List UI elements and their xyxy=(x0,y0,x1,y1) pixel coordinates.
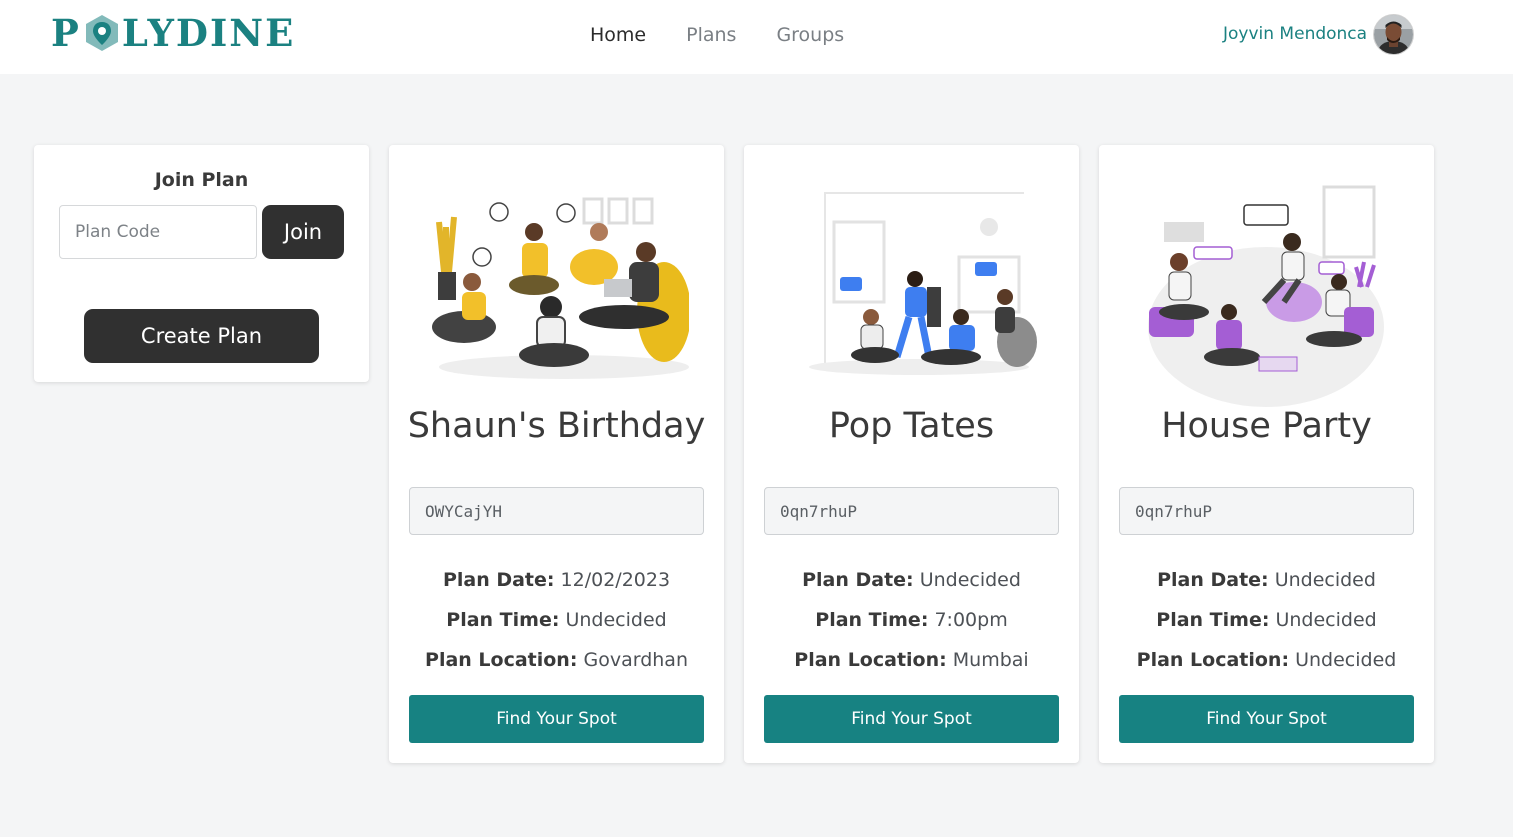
find-your-spot-button[interactable]: Find Your Spot xyxy=(764,695,1059,743)
plan-location-row: Plan Location: Undecided xyxy=(1099,647,1434,673)
plan-title: Pop Tates xyxy=(828,406,995,446)
plan-time-row: Plan Time: Undecided xyxy=(389,607,724,633)
find-your-spot-button[interactable]: Find Your Spot xyxy=(409,695,704,743)
plan-date-label: Plan Date: xyxy=(442,569,555,591)
nav-home[interactable]: Home xyxy=(590,22,646,48)
plan-date-row: Plan Date: Undecided xyxy=(1099,567,1434,593)
plan-code-input[interactable] xyxy=(59,205,257,259)
plan-time-label: Plan Time: xyxy=(446,609,560,631)
plan-location-value: Mumbai xyxy=(952,649,1029,671)
friends-hangout-illustration xyxy=(809,192,1037,375)
plan-card: House Party Plan Date: Undecided Plan Ti… xyxy=(1099,145,1434,763)
plan-time-value: 7:00pm xyxy=(934,609,1008,631)
plan-code-field[interactable] xyxy=(764,487,1059,535)
logo-text-left: P xyxy=(51,11,81,55)
plan-time-row: Plan Time: 7:00pm xyxy=(744,607,1079,633)
plan-time-label: Plan Time: xyxy=(1156,609,1270,631)
create-plan-button[interactable]: Create Plan xyxy=(84,309,319,363)
polydine-logo[interactable]: P LYDINE xyxy=(51,11,295,55)
find-your-spot-button[interactable]: Find Your Spot xyxy=(1119,695,1414,743)
join-plan-title: Join Plan xyxy=(154,169,249,191)
plan-location-value: Undecided xyxy=(1295,649,1397,671)
plan-location-label: Plan Location: xyxy=(794,649,947,671)
nav-plans[interactable]: Plans xyxy=(686,22,736,48)
plan-date-value: Undecided xyxy=(919,569,1021,591)
plan-date-value: 12/02/2023 xyxy=(560,569,671,591)
plan-location-label: Plan Location: xyxy=(425,649,578,671)
nav-groups[interactable]: Groups xyxy=(776,22,844,48)
plan-card: Shaun's Birthday Plan Date: 12/02/2023 P… xyxy=(389,145,724,763)
top-navbar: P LYDINE Home Plans Groups Joyvin Mendon… xyxy=(0,0,1513,74)
house-party-illustration xyxy=(1148,185,1384,407)
plan-date-value: Undecided xyxy=(1274,569,1376,591)
plan-date-row: Plan Date: Undecided xyxy=(744,567,1079,593)
join-button[interactable]: Join xyxy=(262,205,344,259)
avatar[interactable] xyxy=(1374,15,1413,54)
plan-location-label: Plan Location: xyxy=(1136,649,1290,671)
plan-date-label: Plan Date: xyxy=(1157,569,1269,591)
plan-date-row: Plan Date: 12/02/2023 xyxy=(389,567,724,593)
plan-location-row: Plan Location: Mumbai xyxy=(744,647,1079,673)
plan-title: Shaun's Birthday xyxy=(407,406,706,446)
logo-text-right: LYDINE xyxy=(121,11,296,55)
friends-party-illustration xyxy=(432,197,689,379)
location-pin-icon xyxy=(85,15,118,51)
plan-code-field[interactable] xyxy=(1119,487,1414,535)
plan-date-label: Plan Date: xyxy=(802,569,914,591)
main-nav: Home Plans Groups xyxy=(590,22,884,48)
plan-location-row: Plan Location: Govardhan xyxy=(389,647,724,673)
plan-code-field[interactable] xyxy=(409,487,704,535)
user-name[interactable]: Joyvin Mendonca xyxy=(1223,22,1367,46)
plan-time-value: Undecided xyxy=(565,609,667,631)
plan-card: Pop Tates Plan Date: Undecided Plan Time… xyxy=(744,145,1079,763)
user-avatar-icon xyxy=(1374,15,1413,54)
plan-time-value: Undecided xyxy=(1275,609,1377,631)
join-plan-card: Join Plan Join Create Plan xyxy=(34,145,369,382)
plan-time-label: Plan Time: xyxy=(815,609,929,631)
plan-location-value: Govardhan xyxy=(583,649,688,671)
plan-time-row: Plan Time: Undecided xyxy=(1099,607,1434,633)
plan-title: House Party xyxy=(1161,406,1372,446)
